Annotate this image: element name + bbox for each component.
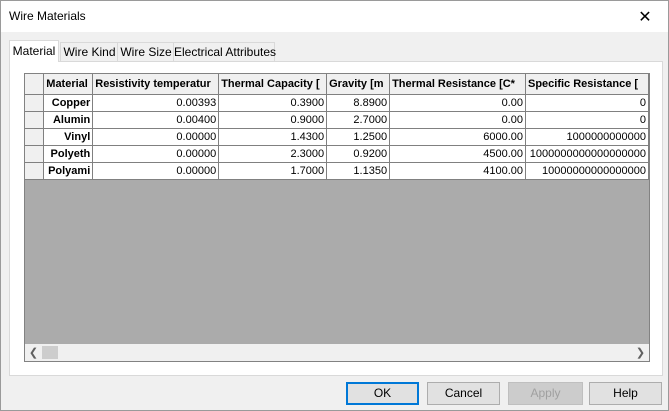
apply-button[interactable]: Apply [508,382,583,405]
title-bar: Wire Materials ✕ [1,1,668,32]
help-button[interactable]: Help [589,382,662,405]
table-row[interactable]: Vinyl 0.00000 1.4300 1.2500 6000.00 1000… [25,128,649,146]
cell-thermal-capacity[interactable]: 0.9000 [218,111,328,129]
col-header-specific-resistance[interactable]: Specific Resistance [ [525,74,649,95]
row-header[interactable] [25,111,45,129]
scroll-left-icon[interactable]: ❮ [25,344,42,361]
cell-thermal-resistance[interactable]: 4100.00 [389,162,526,180]
tab-material[interactable]: Material [9,40,59,62]
scrollbar-thumb[interactable] [42,346,58,359]
material-tab-panel: Material Resistivity temperatur Thermal … [9,61,663,376]
table-row[interactable]: Polyeth 0.00000 2.3000 0.9200 4500.00 10… [25,145,649,163]
cell-thermal-resistance[interactable]: 4500.00 [389,145,526,163]
col-header-gravity[interactable]: Gravity [m [326,74,391,95]
cell-thermal-capacity[interactable]: 1.7000 [218,162,328,180]
table-row[interactable]: Alumin 0.00400 0.9000 2.7000 0.00 0 [25,111,649,129]
cell-material[interactable]: Polyami [43,162,94,180]
materials-table: Material Resistivity temperatur Thermal … [25,74,649,180]
cell-specific-resistance[interactable]: 0 [525,111,649,129]
cell-gravity[interactable]: 0.9200 [326,145,391,163]
cell-thermal-capacity[interactable]: 0.3900 [218,94,328,112]
cell-resistivity[interactable]: 0.00000 [92,145,220,163]
materials-grid[interactable]: Material Resistivity temperatur Thermal … [24,73,650,362]
table-row[interactable]: Copper 0.00393 0.3900 8.8900 0.00 0 [25,94,649,112]
table-row[interactable]: Polyami 0.00000 1.7000 1.1350 4100.00 10… [25,162,649,180]
wire-materials-dialog: Wire Materials ✕ Material Wire Kind Wire… [0,0,669,411]
cell-gravity[interactable]: 1.1350 [326,162,391,180]
cell-thermal-resistance[interactable]: 6000.00 [389,128,526,146]
cell-material[interactable]: Alumin [43,111,94,129]
cell-thermal-capacity[interactable]: 2.3000 [218,145,328,163]
cell-material[interactable]: Copper [43,94,94,112]
horizontal-scrollbar[interactable]: ❮ ❯ [25,344,649,361]
cell-material[interactable]: Polyeth [43,145,94,163]
cell-specific-resistance[interactable]: 10000000000000000 [525,162,649,180]
cell-gravity[interactable]: 2.7000 [326,111,391,129]
cell-thermal-capacity[interactable]: 1.4300 [218,128,328,146]
header-row: Material Resistivity temperatur Thermal … [25,74,649,95]
col-header-thermal-resistance[interactable]: Thermal Resistance [C* [389,74,526,95]
row-header[interactable] [25,94,45,112]
row-header[interactable] [25,162,45,180]
window-title: Wire Materials [9,9,86,23]
cell-material[interactable]: Vinyl [43,128,94,146]
cell-specific-resistance[interactable]: 0 [525,94,649,112]
tab-wire-size[interactable]: Wire Size [117,42,175,61]
cell-resistivity[interactable]: 0.00000 [92,162,220,180]
row-header[interactable] [25,128,45,146]
row-header[interactable] [25,145,45,163]
cell-thermal-resistance[interactable]: 0.00 [389,94,526,112]
cell-specific-resistance[interactable]: 1000000000000000000 [525,145,649,163]
scroll-right-icon[interactable]: ❯ [632,344,649,361]
corner-cell [25,74,45,95]
col-header-thermal-capacity[interactable]: Thermal Capacity [ [218,74,328,95]
cell-resistivity[interactable]: 0.00400 [92,111,220,129]
col-header-material[interactable]: Material [43,74,94,95]
cell-resistivity[interactable]: 0.00000 [92,128,220,146]
close-icon[interactable]: ✕ [622,1,668,32]
cell-resistivity[interactable]: 0.00393 [92,94,220,112]
cancel-button[interactable]: Cancel [427,382,500,405]
cell-gravity[interactable]: 8.8900 [326,94,391,112]
cell-gravity[interactable]: 1.2500 [326,128,391,146]
tab-electrical-attributes[interactable]: Electrical Attributes [173,42,276,61]
cell-thermal-resistance[interactable]: 0.00 [389,111,526,129]
tab-wire-kind[interactable]: Wire Kind [60,42,119,61]
col-header-resistivity[interactable]: Resistivity temperatur [92,74,220,95]
ok-button[interactable]: OK [346,382,419,405]
cell-specific-resistance[interactable]: 1000000000000 [525,128,649,146]
